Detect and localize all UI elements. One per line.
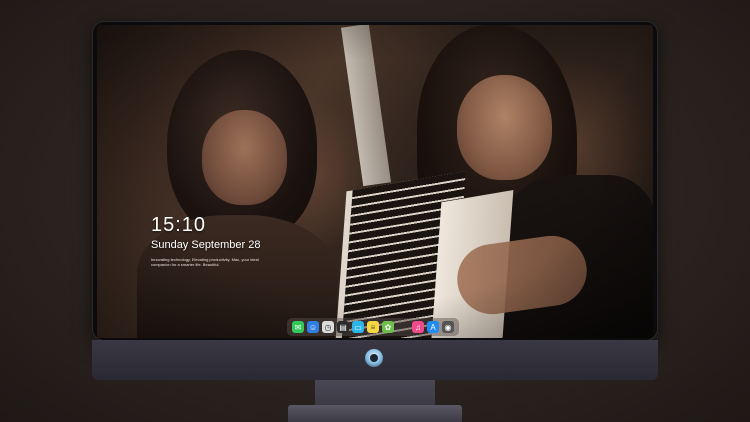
lock-screen-date: Sunday September 28 — [151, 239, 261, 251]
dock: ✉ ☺ ◷ ▤ ▭ ≡ ✿ ♫ A ◉ — [287, 318, 459, 336]
robot-logo-icon — [365, 349, 383, 367]
app-store-icon[interactable]: A — [427, 321, 439, 333]
wallpaper-vignette — [97, 25, 653, 338]
monitor-stand-neck — [315, 380, 435, 406]
clock-icon[interactable]: ◷ — [322, 321, 334, 333]
notes-icon[interactable]: ≡ — [367, 321, 379, 333]
screen: 15:10 Sunday September 28 Innovating tec… — [97, 25, 653, 338]
lock-screen-time: 15:10 — [151, 214, 207, 236]
tv-icon[interactable]: ▭ — [352, 321, 364, 333]
music-icon[interactable]: ♫ — [412, 321, 424, 333]
clapperboard-icon[interactable]: ▤ — [337, 321, 349, 333]
messages-icon[interactable]: ✉ — [292, 321, 304, 333]
lock-screen-slogan: Innovating technology, Elevating product… — [151, 257, 259, 267]
monitor-stand-foot — [288, 405, 462, 422]
finder-icon[interactable]: ☺ — [307, 321, 319, 333]
photos-icon[interactable]: ✿ — [382, 321, 394, 333]
camera-icon[interactable]: ◉ — [442, 321, 454, 333]
